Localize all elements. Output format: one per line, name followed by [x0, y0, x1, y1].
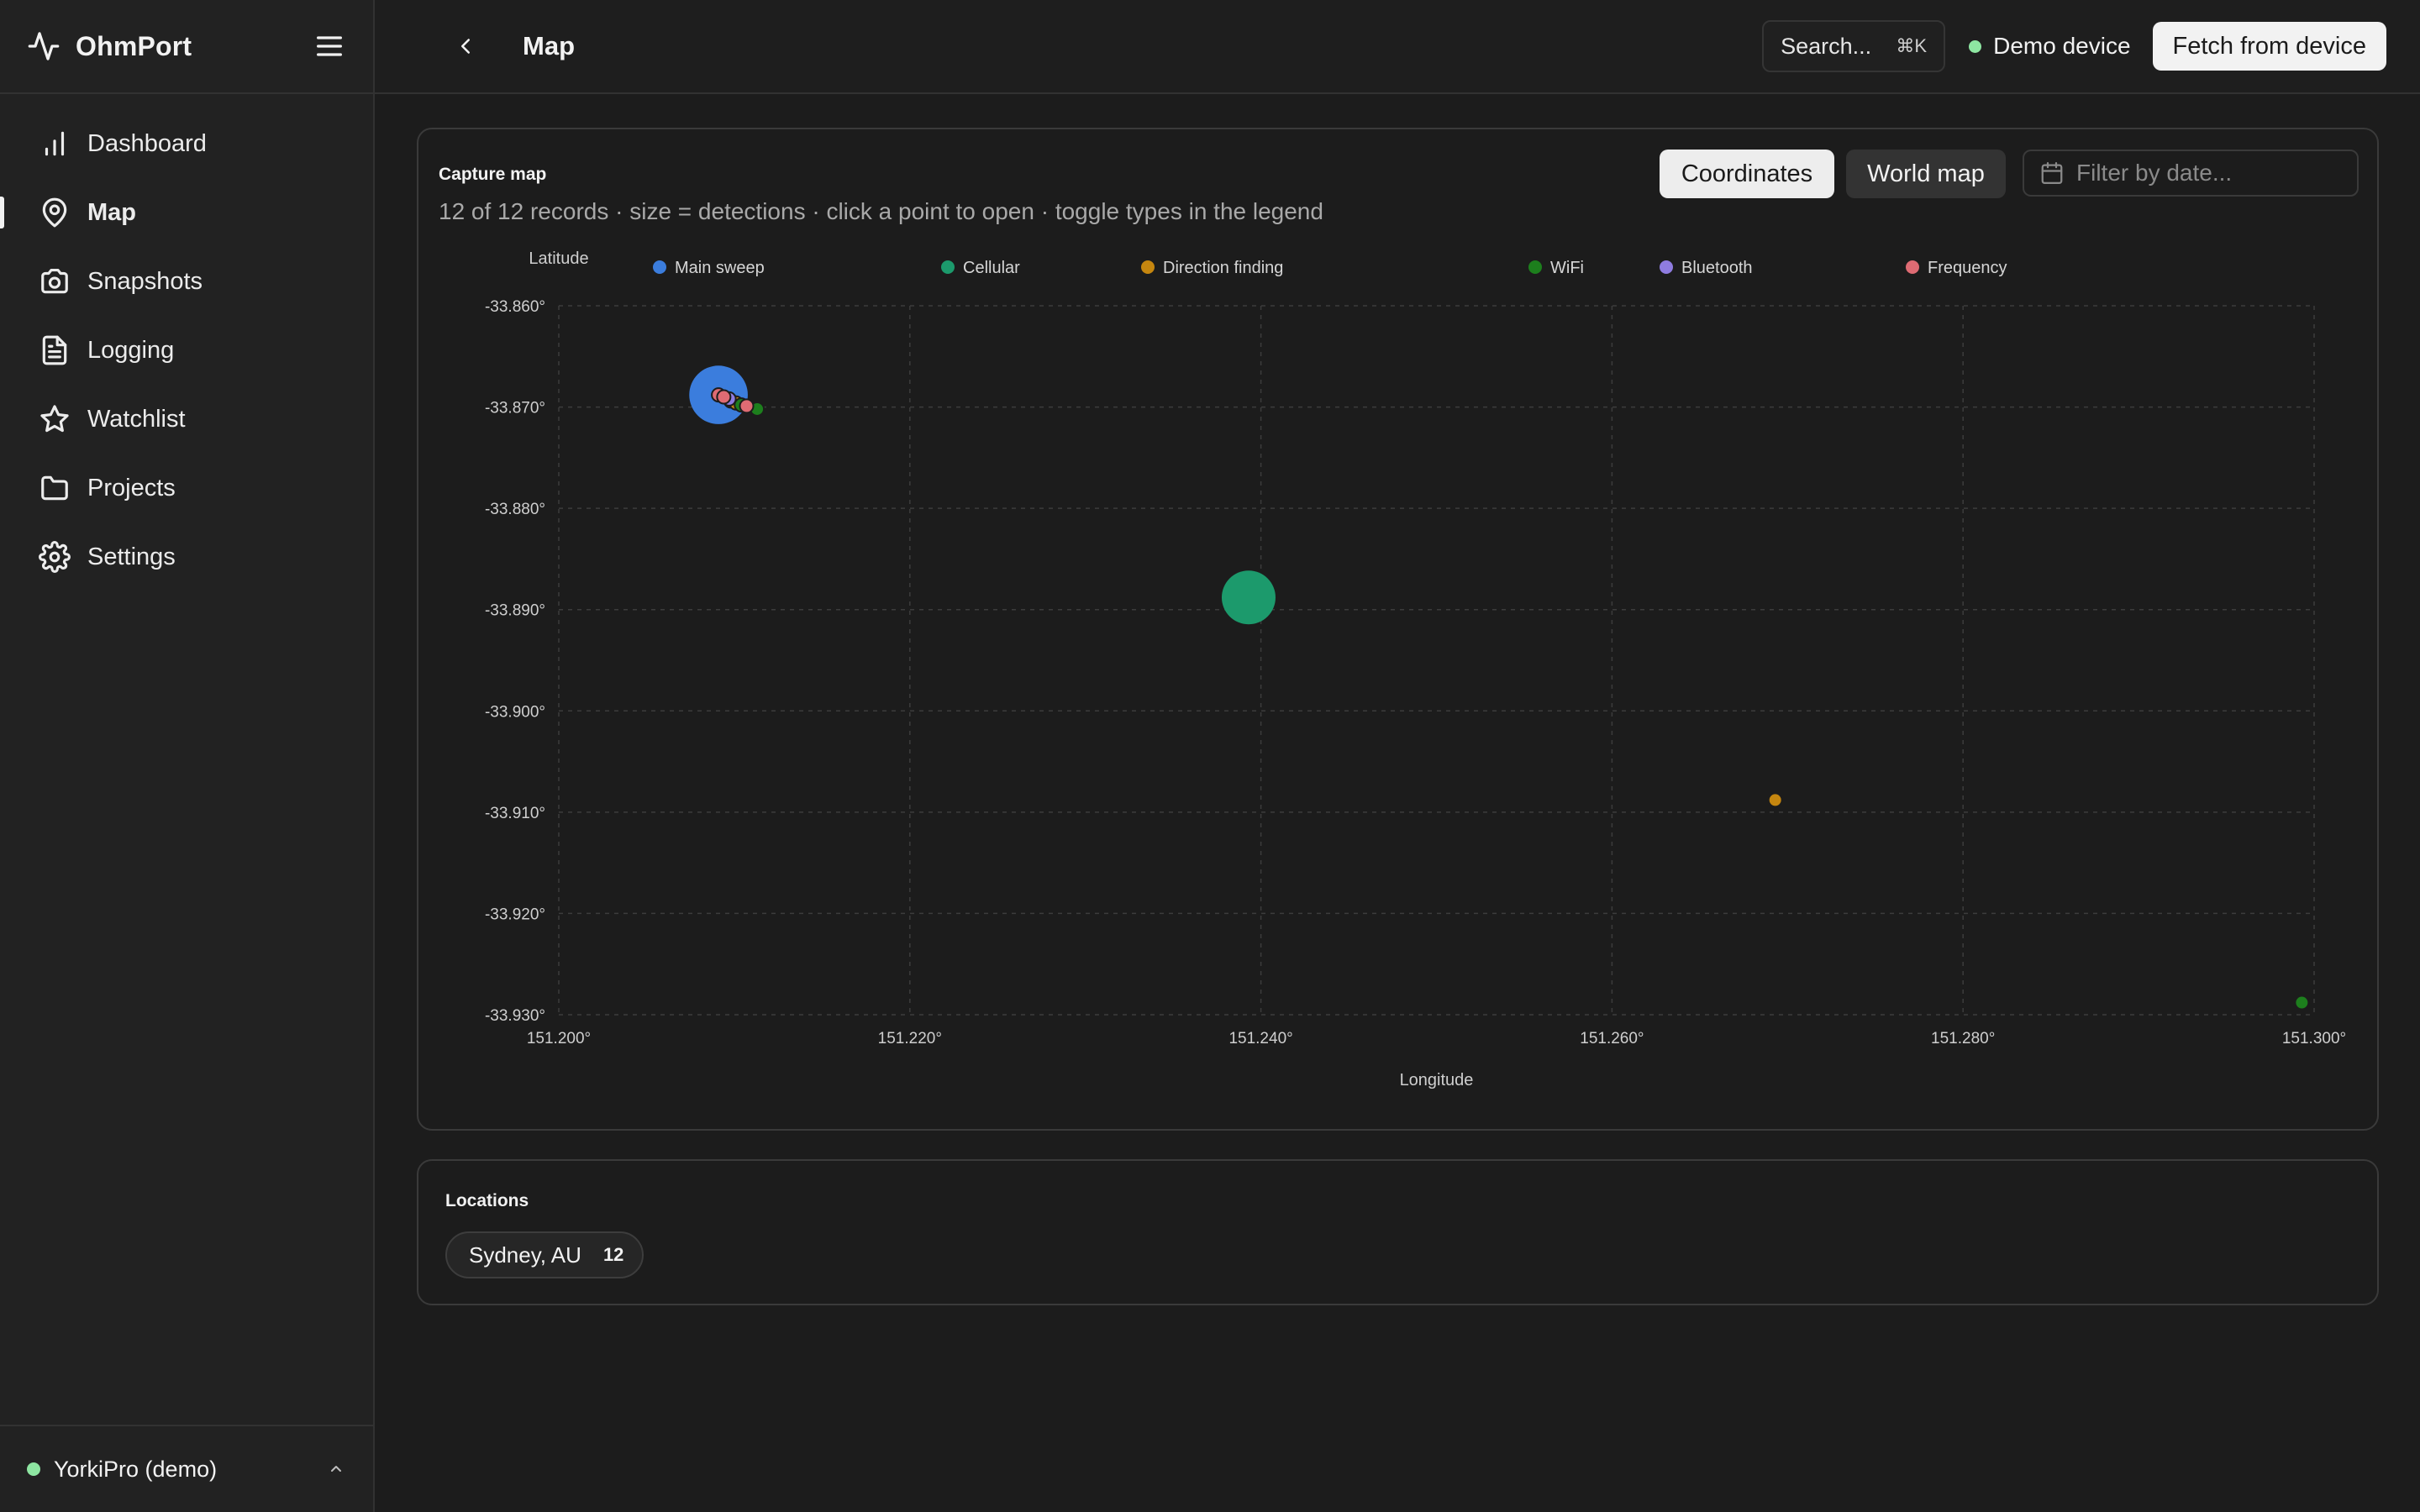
camera-icon	[41, 268, 68, 294]
sidebar-item-snapshots[interactable]: Snapshots	[0, 247, 373, 316]
legend-swatch	[653, 260, 666, 274]
search-shortcut: ⌘K	[1896, 35, 1928, 56]
x-tick-label: 151.200°	[527, 1030, 591, 1047]
file-text-icon	[42, 335, 67, 365]
calendar-icon	[2041, 162, 2063, 184]
legend-item: Cellular	[963, 259, 1020, 277]
sidebar-item-projects[interactable]: Projects	[0, 454, 373, 522]
sidebar-item-watchlist[interactable]: Watchlist	[0, 385, 373, 454]
location-label: Sydney, AU	[469, 1242, 581, 1268]
sidebar-item-label: Map	[87, 198, 136, 226]
y-tick-label: -33.930°	[485, 1007, 545, 1025]
menu-toggle-button[interactable]	[313, 29, 346, 63]
date-filter-placeholder: Filter by date...	[2076, 160, 2233, 186]
map-point[interactable]	[739, 398, 755, 414]
device-switcher[interactable]: YorkiPro (demo)	[0, 1425, 373, 1512]
capture-map-chart: 151.200° 151.220° 151.240° 151.260° 151.280°…	[485, 249, 2346, 1089]
sidebar-item-dashboard[interactable]: Dashboard	[0, 109, 373, 178]
x-tick-label: 151.300°	[2282, 1030, 2346, 1047]
legend-item: Direction finding	[1163, 259, 1283, 277]
map-point[interactable]	[2294, 995, 2310, 1011]
activity-pulse-icon	[28, 32, 60, 60]
device-status-label: Demo device	[1993, 33, 2131, 59]
chevron-up-icon	[331, 1466, 341, 1472]
device-status: Demo device	[1969, 33, 2131, 60]
y-tick-label: -33.870°	[485, 400, 545, 417]
y-tick-label: -33.920°	[485, 906, 545, 923]
x-tick-label: 151.260°	[1580, 1030, 1644, 1047]
sidebar-item-label: Settings	[87, 543, 176, 570]
sidebar-item-label: Watchlist	[87, 405, 186, 433]
capture-map-card: 151.200° 151.220° 151.240° 151.260° 151.280°…	[417, 128, 2379, 1131]
y-tick-label: -33.860°	[485, 298, 545, 316]
star-icon	[40, 405, 69, 433]
sidebar-item-label: Dashboard	[87, 129, 207, 157]
legend-swatch	[1660, 260, 1673, 274]
gear-icon	[39, 541, 71, 573]
chevron-left-icon	[461, 39, 470, 54]
x-axis-title: Longitude	[1400, 1071, 1474, 1089]
hamburger-menu-icon	[317, 36, 342, 56]
date-filter-input[interactable]: Filter by date...	[2023, 150, 2359, 197]
locations-card: Locations Sydney, AU 12	[417, 1159, 2379, 1305]
y-tick-label: -33.880°	[485, 501, 545, 518]
legend-swatch	[1906, 260, 1919, 274]
sidebar-item-settings[interactable]: Settings	[0, 522, 373, 591]
world-map-view-button[interactable]: World map	[1846, 150, 2006, 198]
sidebar-item-label: Projects	[87, 474, 176, 501]
legend-swatch	[941, 260, 955, 274]
sidebar-item-label: Logging	[87, 336, 175, 364]
search-label: Search...	[1781, 33, 1872, 59]
sidebar: OhmPort Dashboard Map Snapshots Logging …	[0, 0, 375, 1512]
back-button[interactable]	[442, 23, 489, 70]
map-point[interactable]	[1221, 570, 1276, 625]
fetch-from-device-button[interactable]: Fetch from device	[2152, 22, 2386, 71]
card-title: Locations	[445, 1191, 529, 1210]
y-tick-label: -33.910°	[485, 805, 545, 822]
page-title: Map	[523, 31, 575, 60]
location-count: 12	[602, 1244, 624, 1265]
sidebar-item-label: Snapshots	[87, 267, 203, 295]
topbar: Map Search... ⌘K Demo device Fetch from …	[375, 0, 2420, 94]
location-chip[interactable]: Sydney, AU 12	[445, 1231, 644, 1278]
map-point[interactable]	[1767, 792, 1783, 808]
sidebar-item-map[interactable]: Map	[0, 178, 373, 247]
y-tick-label: -33.900°	[485, 703, 545, 721]
search-button[interactable]: Search... ⌘K	[1762, 20, 1946, 72]
sidebar-item-logging[interactable]: Logging	[0, 316, 373, 385]
folder-icon	[41, 475, 68, 501]
status-dot	[1969, 39, 1982, 53]
sidebar-nav: Dashboard Map Snapshots Logging Watchlis…	[0, 94, 373, 591]
status-dot	[27, 1462, 40, 1476]
brand-header: OhmPort	[0, 0, 373, 94]
device-switcher-label: YorkiPro (demo)	[54, 1456, 218, 1482]
map-point[interactable]	[716, 389, 732, 405]
legend-item: WiFi	[1550, 259, 1584, 277]
y-axis-title: Latitude	[529, 249, 588, 268]
legend-swatch	[1141, 260, 1155, 274]
legend-item: Bluetooth	[1681, 259, 1753, 277]
card-title: Capture map	[439, 165, 547, 184]
legend-item: Frequency	[1928, 259, 2007, 277]
coordinates-view-button[interactable]: Coordinates	[1660, 150, 1834, 198]
legend-item: Main sweep	[675, 259, 765, 277]
bar-chart-icon	[45, 131, 65, 156]
map-pin-icon	[42, 197, 67, 228]
legend-swatch	[1528, 260, 1542, 274]
x-tick-label: 151.220°	[878, 1030, 942, 1047]
x-tick-label: 151.280°	[1931, 1030, 1995, 1047]
x-tick-label: 151.240°	[1228, 1030, 1292, 1047]
card-subtitle: 12 of 12 records · size = detections · c…	[439, 198, 1323, 224]
app-name: OhmPort	[76, 30, 192, 61]
y-tick-label: -33.890°	[485, 602, 545, 620]
